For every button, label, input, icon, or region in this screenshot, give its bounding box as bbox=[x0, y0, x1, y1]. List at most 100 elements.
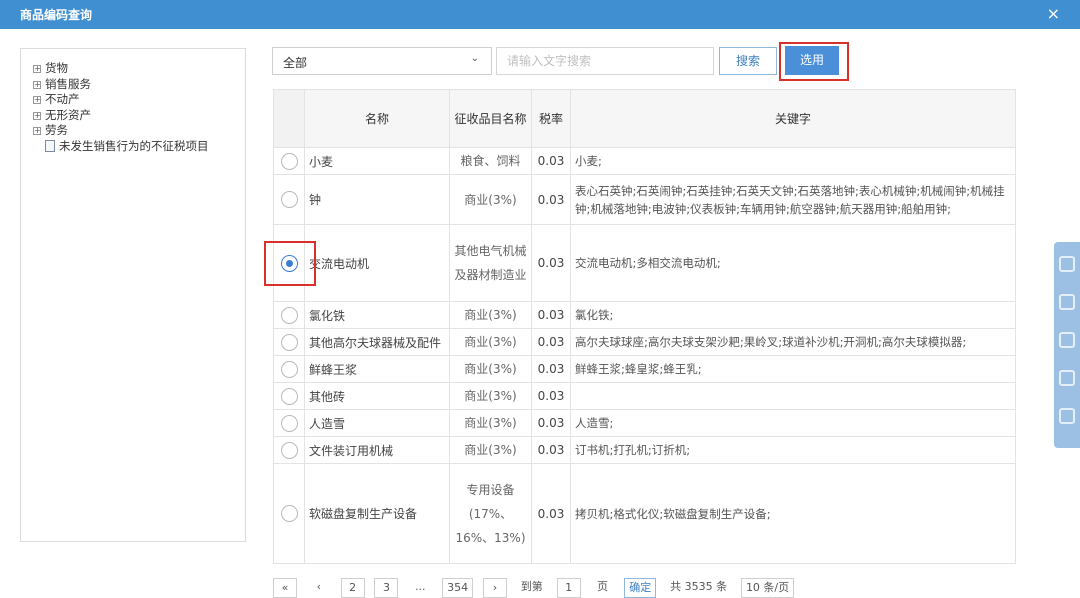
row-radio[interactable] bbox=[280, 387, 298, 405]
table-row[interactable]: 氯化铁 商业(3%) 0.03 氯化铁; bbox=[273, 301, 1016, 329]
table-row[interactable]: 鲜蜂王浆 商业(3%) 0.03 鲜蜂王浆;蜂皇浆;蜂王乳; bbox=[273, 355, 1016, 383]
tree-node-intangible-assets[interactable]: + 无形资产 bbox=[33, 108, 245, 124]
expand-plus-icon[interactable]: + bbox=[33, 127, 41, 135]
table-header-row: 名称 征收品目名称 税率 关键字 bbox=[273, 89, 1016, 148]
row-radio[interactable] bbox=[280, 414, 298, 432]
row-rate: 0.03 bbox=[531, 436, 571, 464]
row-name: 软磁盘复制生产设备 bbox=[304, 463, 450, 564]
category-tree: + 货物 + 销售服务 + 不动产 + 无形资产 + 劳务 未发生销售行为的不征税项目 bbox=[20, 48, 246, 542]
row-rate: 0.03 bbox=[531, 224, 571, 302]
table-row[interactable]: 交流电动机 其他电气机械及器材制造业 0.03 交流电动机;多相交流电动机; bbox=[273, 224, 1016, 302]
row-radio[interactable] bbox=[280, 152, 298, 170]
row-radio[interactable] bbox=[280, 505, 298, 522]
row-rate: 0.03 bbox=[531, 328, 571, 356]
page-3-button[interactable]: 3 bbox=[374, 578, 399, 598]
row-keywords: 人造雪; bbox=[570, 409, 1016, 437]
row-radio[interactable] bbox=[280, 333, 298, 351]
row-radio[interactable] bbox=[280, 360, 298, 378]
header-keywords: 关键字 bbox=[570, 89, 1016, 148]
filter-value: 全部 bbox=[283, 56, 308, 70]
row-radio[interactable] bbox=[280, 191, 298, 208]
side-tab-icon bbox=[1059, 294, 1075, 310]
tree-node-non-taxable[interactable]: 未发生销售行为的不征税项目 bbox=[33, 139, 245, 155]
search-input[interactable] bbox=[496, 47, 714, 75]
table-row[interactable]: 其他高尔夫球器械及配件 商业(3%) 0.03 高尔夫球球座;高尔夫球支架沙耙;… bbox=[273, 328, 1016, 356]
side-tab-icon bbox=[1059, 370, 1075, 386]
tree-node-label[interactable]: 货物 bbox=[45, 61, 68, 75]
row-keywords: 拷贝机;格式化仪;软磁盘复制生产设备; bbox=[570, 463, 1016, 564]
header-radio-cell bbox=[273, 89, 305, 148]
row-category: 商业(3%) bbox=[449, 301, 532, 329]
tree-node-labor[interactable]: + 劳务 bbox=[33, 123, 245, 139]
row-rate: 0.03 bbox=[531, 409, 571, 437]
row-radio[interactable] bbox=[280, 306, 298, 324]
tree-node-goods[interactable]: + 货物 bbox=[33, 61, 245, 77]
goto-label: 到第 bbox=[520, 580, 543, 593]
table-row[interactable]: 小麦 粮食、饲料 0.03 小麦; bbox=[273, 147, 1016, 175]
last-page-button[interactable]: 354 bbox=[442, 578, 474, 598]
pagination: « ‹ 2 3 ... 354 › 到第 1 页 确定 共 3535 条 10 … bbox=[273, 578, 800, 598]
tree-node-label[interactable]: 销售服务 bbox=[45, 77, 91, 91]
row-name: 氯化铁 bbox=[304, 301, 450, 329]
row-rate: 0.03 bbox=[531, 174, 571, 225]
row-category: 商业(3%) bbox=[449, 174, 532, 225]
row-name: 钟 bbox=[304, 174, 450, 225]
header-category: 征收品目名称 bbox=[449, 89, 532, 148]
row-category: 商业(3%) bbox=[449, 436, 532, 464]
row-category: 商业(3%) bbox=[449, 409, 532, 437]
tree-node-real-estate[interactable]: + 不动产 bbox=[33, 92, 245, 108]
row-keywords bbox=[570, 382, 1016, 410]
table-row[interactable]: 人造雪 商业(3%) 0.03 人造雪; bbox=[273, 409, 1016, 437]
table-row[interactable]: 钟 商业(3%) 0.03 表心石英钟;石英闹钟;石英挂钟;石英天文钟;石英落地… bbox=[273, 174, 1016, 225]
tree-node-label[interactable]: 无形资产 bbox=[45, 108, 91, 122]
document-icon bbox=[45, 139, 55, 152]
expand-plus-icon[interactable]: + bbox=[33, 111, 41, 120]
first-page-button[interactable]: « bbox=[273, 578, 297, 598]
table-row[interactable]: 其他砖 商业(3%) 0.03 bbox=[273, 382, 1016, 410]
highlight-box-select bbox=[779, 42, 849, 81]
row-name: 其他高尔夫球器械及配件 bbox=[304, 328, 450, 356]
expand-plus-icon[interactable]: + bbox=[33, 80, 41, 89]
row-rate: 0.03 bbox=[531, 355, 571, 383]
tree-node-label[interactable]: 不动产 bbox=[45, 92, 80, 106]
row-keywords: 鲜蜂王浆;蜂皇浆;蜂王乳; bbox=[570, 355, 1016, 383]
header-rate: 税率 bbox=[531, 89, 571, 148]
row-rate: 0.03 bbox=[531, 147, 571, 175]
row-category: 其他电气机械及器材制造业 bbox=[449, 224, 532, 302]
row-keywords: 订书机;打孔机;订折机; bbox=[570, 436, 1016, 464]
tree-node-label[interactable]: 未发生销售行为的不征税项目 bbox=[59, 139, 209, 153]
page-2-button[interactable]: 2 bbox=[340, 578, 365, 598]
header-name: 名称 bbox=[304, 89, 450, 148]
chevron-down-icon: ⌄ bbox=[470, 53, 479, 64]
row-category: 专用设备(17%、16%、13%) bbox=[449, 463, 532, 564]
page-unit-label: 页 bbox=[596, 580, 608, 593]
category-filter-select[interactable]: 全部 ⌄ bbox=[272, 47, 492, 75]
expand-plus-icon[interactable]: + bbox=[33, 96, 41, 104]
total-count: 共 3535 条 bbox=[670, 580, 728, 593]
dialog-titlebar: 商品编码查询 × bbox=[0, 0, 1080, 29]
per-page-select[interactable]: 10 条/页 bbox=[740, 578, 795, 598]
results-table: 名称 征收品目名称 税率 关键字 小麦 粮食、饲料 0.03 小麦; 钟 商业(… bbox=[273, 89, 1016, 564]
row-keywords: 高尔夫球球座;高尔夫球支架沙耙;果岭叉;球道补沙机;开洞机;高尔夫球模拟器; bbox=[570, 328, 1016, 356]
tree-node-label[interactable]: 劳务 bbox=[45, 123, 68, 137]
row-category: 粮食、饲料 bbox=[449, 147, 532, 175]
prev-page-button[interactable]: ‹ bbox=[307, 578, 331, 598]
table-row[interactable]: 软磁盘复制生产设备 专用设备(17%、16%、13%) 0.03 拷贝机;格式化… bbox=[273, 463, 1016, 564]
next-page-button[interactable]: › bbox=[482, 578, 507, 598]
side-toolbar-tab[interactable] bbox=[1054, 242, 1080, 448]
table-row[interactable]: 文件装订用机械 商业(3%) 0.03 订书机;打孔机;订折机; bbox=[273, 436, 1016, 464]
row-rate: 0.03 bbox=[531, 463, 571, 564]
row-name: 小麦 bbox=[304, 147, 450, 175]
side-tab-icon bbox=[1059, 408, 1075, 424]
row-radio[interactable] bbox=[280, 441, 298, 459]
row-rate: 0.03 bbox=[531, 382, 571, 410]
pager-ellipsis: ... bbox=[415, 580, 426, 593]
row-keywords: 小麦; bbox=[570, 147, 1016, 175]
expand-plus-icon[interactable]: + bbox=[33, 65, 41, 73]
go-button[interactable]: 确定 bbox=[624, 578, 657, 598]
highlight-box-radio bbox=[264, 241, 316, 286]
close-icon[interactable]: × bbox=[1047, 4, 1060, 23]
search-button[interactable]: 搜索 bbox=[719, 47, 777, 75]
page-number-input[interactable]: 1 bbox=[556, 578, 581, 598]
tree-node-sales-services[interactable]: + 销售服务 bbox=[33, 77, 245, 93]
